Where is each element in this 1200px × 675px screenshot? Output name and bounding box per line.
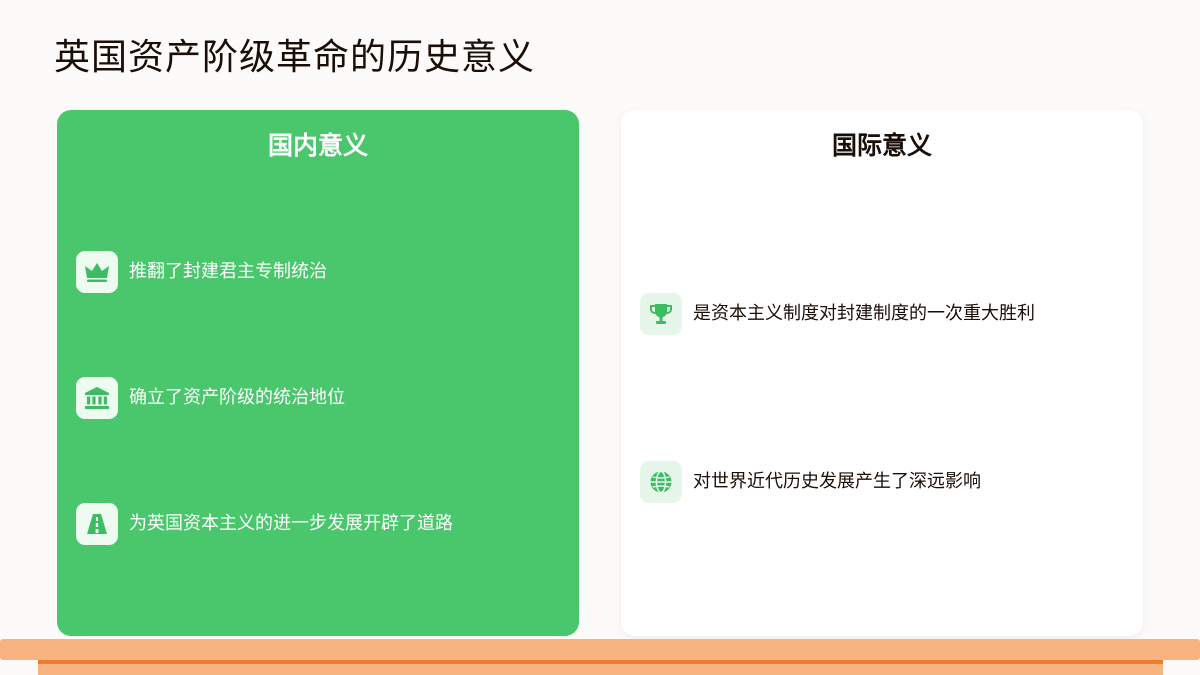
domestic-item-text: 推翻了封建君主专制统治 (129, 261, 327, 282)
trophy-icon (640, 293, 682, 335)
domestic-item: 推翻了封建君主专制统治 (76, 251, 327, 293)
international-significance-card: 国际意义 是资本主义制度对封建制度的一次重大胜利 对世界近代历史发展产生了深远影… (621, 110, 1143, 636)
crown-icon (76, 251, 118, 293)
international-item-text: 对世界近代历史发展产生了深远影响 (693, 471, 981, 492)
bank-icon (76, 377, 118, 419)
international-card-title: 国际意义 (831, 131, 932, 160)
domestic-item: 为英国资本主义的进一步发展开辟了道路 (76, 503, 453, 545)
international-item-text: 是资本主义制度对封建制度的一次重大胜利 (693, 303, 1035, 324)
international-item: 是资本主义制度对封建制度的一次重大胜利 (640, 293, 1035, 335)
domestic-item-text: 为英国资本主义的进一步发展开辟了道路 (129, 513, 453, 534)
road-icon (76, 503, 118, 545)
domestic-card-title: 国内意义 (267, 131, 368, 160)
international-item: 对世界近代历史发展产生了深远影响 (640, 461, 981, 503)
domestic-item-text: 确立了资产阶级的统治地位 (129, 387, 345, 408)
domestic-significance-card: 国内意义 推翻了封建君主专制统治 确立了资产阶级的统治地位 为英国资本主义的进一… (57, 110, 579, 636)
domestic-item: 确立了资产阶级的统治地位 (76, 377, 345, 419)
page-title: 英国资产阶级革命的历史意义 (54, 37, 536, 78)
shelf-top-bar (0, 639, 1200, 660)
globe-icon (640, 461, 682, 503)
shelf-base-bar (38, 664, 1163, 675)
